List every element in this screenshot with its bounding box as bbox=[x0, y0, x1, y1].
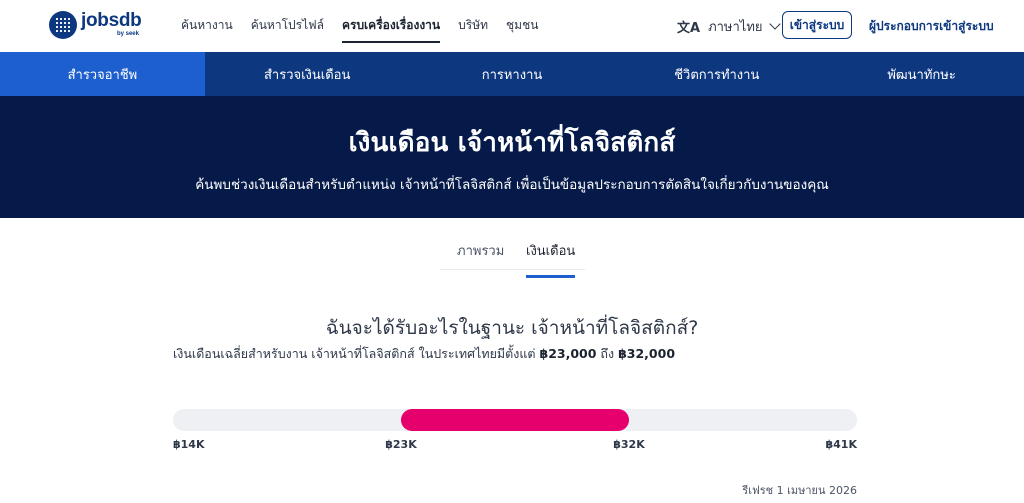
subnav-working-life[interactable]: ชีวิตการทำงาน bbox=[614, 52, 819, 96]
hero-banner: เงินเดือน เจ้าหน้าที่โลจิสติกส์ ค้นพบช่ว… bbox=[0, 96, 1024, 218]
subnav-explore-salaries[interactable]: สำรวจเงินเดือน bbox=[205, 52, 410, 96]
logo-sub: by seek bbox=[116, 31, 139, 37]
salary-description: เงินเดือนเฉลี่ยสำหรับงาน เจ้าหน้าที่โลจิ… bbox=[173, 344, 675, 364]
logo-word: jobsdb bbox=[81, 10, 142, 31]
salary-high-value: ฿32,000 bbox=[618, 346, 676, 361]
career-hub-navigation: สำรวจอาชีพ สำรวจเงินเดือน การหางาน ชีวิต… bbox=[0, 52, 1024, 96]
salary-tick-min: ฿14K bbox=[173, 438, 205, 451]
employer-login-link[interactable]: ผู้ประกอบการเข้าสู่ระบบ bbox=[869, 17, 994, 36]
content-tabs: ภาพรวม เงินเดือน bbox=[0, 218, 1024, 278]
menu-item-find-profiles[interactable]: ค้นหาโปรไฟล์ bbox=[251, 16, 324, 43]
main-menu: ค้นหางาน ค้นหาโปรไฟล์ ครบเครื่องเรื่องงา… bbox=[181, 16, 556, 43]
logo-wordmark: jobsdb by seek bbox=[81, 10, 142, 39]
logo-mark-icon bbox=[49, 11, 77, 39]
subnav-explore-careers[interactable]: สำรวจอาชีพ bbox=[0, 52, 205, 96]
menu-item-companies[interactable]: บริษัท bbox=[458, 16, 488, 43]
last-updated: รีเฟรช 1 เมษายน 2026 bbox=[742, 484, 857, 497]
salary-question-heading: ฉันจะได้รับอะไรในฐานะ เจ้าหน้าที่โลจิสติ… bbox=[325, 317, 699, 339]
page-title: เงินเดือน เจ้าหน้าที่โลจิสติกส์ bbox=[348, 128, 676, 158]
menu-item-community[interactable]: ชุมชน bbox=[506, 16, 538, 43]
translate-icon: 文A bbox=[677, 21, 701, 36]
subnav-skills[interactable]: พัฒนาทักษะ bbox=[819, 52, 1024, 96]
salary-tick-high: ฿32K bbox=[613, 438, 645, 451]
top-navigation: jobsdb by seek ค้นหางาน ค้นหาโปรไฟล์ ครบ… bbox=[0, 0, 1024, 52]
language-selector[interactable]: 文A ภาษาไทย bbox=[677, 16, 781, 37]
menu-item-find-jobs[interactable]: ค้นหางาน bbox=[181, 16, 233, 43]
salary-range-bar bbox=[401, 409, 629, 431]
tabs-divider bbox=[440, 269, 585, 270]
salary-description-text: เงินเดือนเฉลี่ยสำหรับงาน เจ้าหน้าที่โลจิ… bbox=[173, 346, 540, 361]
page-subtitle: ค้นพบช่วงเงินเดือนสำหรับตำแหน่ง เจ้าหน้า… bbox=[195, 177, 829, 193]
salary-low-value: ฿23,000 bbox=[539, 346, 597, 361]
chevron-down-icon bbox=[768, 18, 781, 30]
salary-range-track bbox=[173, 409, 857, 431]
salary-tick-low: ฿23K bbox=[385, 438, 417, 451]
subnav-job-search[interactable]: การหางาน bbox=[410, 52, 615, 96]
tab-salary[interactable]: เงินเดือน bbox=[526, 240, 576, 278]
salary-tick-max: ฿41K bbox=[825, 438, 858, 451]
jobsdb-logo[interactable]: jobsdb by seek bbox=[49, 10, 142, 39]
login-button[interactable]: เข้าสู่ระบบ bbox=[782, 11, 852, 39]
menu-item-career-advice[interactable]: ครบเครื่องเรื่องงาน bbox=[341, 16, 441, 43]
salary-description-connector: ถึง bbox=[596, 346, 619, 361]
language-label: ภาษาไทย bbox=[708, 20, 763, 35]
